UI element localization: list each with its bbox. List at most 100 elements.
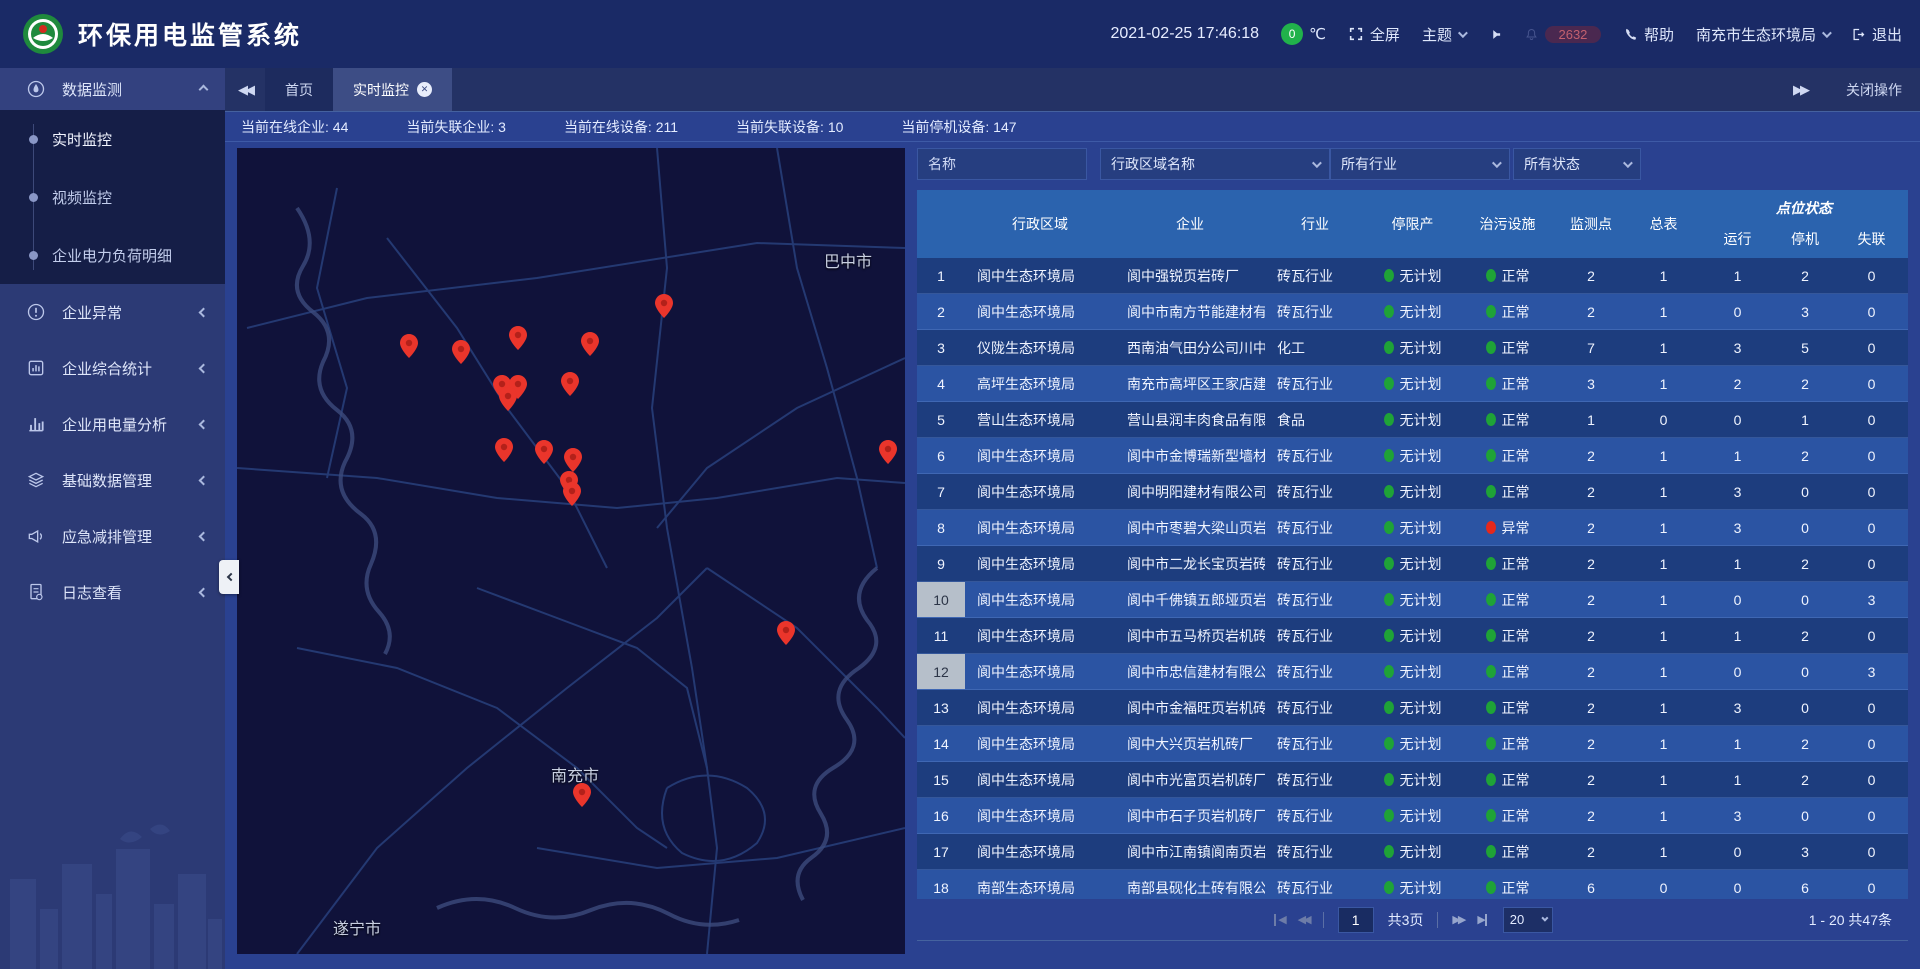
table-row[interactable]: 4高坪生态环境局南充市高坪区王家店建砖瓦行业无计划正常31220 <box>917 366 1908 402</box>
row-run-cell: 0 <box>1700 294 1775 329</box>
row-industry-cell: 砖瓦行业 <box>1265 546 1365 581</box>
table-row[interactable]: 1阆中生态环境局阆中强锐页岩砖厂砖瓦行业无计划正常21120 <box>917 258 1908 294</box>
tabs-scroll-right-button[interactable]: ▶▶ <box>1780 82 1820 98</box>
row-run-cell: 1 <box>1700 618 1775 653</box>
page-size-select[interactable]: 20 <box>1503 907 1553 933</box>
row-halt-cell: 0 <box>1775 474 1835 509</box>
table-row[interactable]: 18南部生态环境局南部县砚化土砖有限公砖瓦行业无计划正常60060 <box>917 870 1908 899</box>
datetime: 2021-02-25 17:46:18 <box>1110 25 1259 43</box>
row-industry-cell: 砖瓦行业 <box>1265 726 1365 761</box>
sound-button[interactable] <box>1487 27 1502 42</box>
sidebar-item-enterprise-abnormal[interactable]: 企业异常 <box>0 284 225 340</box>
next-page-button[interactable]: ▶▶ <box>1452 913 1463 926</box>
tab-home[interactable]: 首页 <box>265 68 333 111</box>
facility-status-label: 正常 <box>1502 554 1530 574</box>
map-pin-icon[interactable] <box>509 326 527 350</box>
stop-plan-label: 无计划 <box>1400 806 1442 826</box>
log-icon <box>26 582 46 602</box>
row-stop-plan-cell: 无计划 <box>1365 798 1460 833</box>
sidebar-item-power-usage-analysis[interactable]: 企业用电量分析 <box>0 396 225 452</box>
row-region-cell: 阆中生态环境局 <box>965 654 1115 689</box>
logout-button[interactable]: 退出 <box>1851 24 1902 45</box>
table-row[interactable]: 15阆中生态环境局阆中市光富页岩机砖厂砖瓦行业无计划正常21120 <box>917 762 1908 798</box>
stop-plan-label: 无计划 <box>1400 338 1442 358</box>
table-row[interactable]: 16阆中生态环境局阆中市石子页岩机砖厂砖瓦行业无计划正常21300 <box>917 798 1908 834</box>
table-row[interactable]: 11阆中生态环境局阆中市五马桥页岩机砖砖瓦行业无计划正常21120 <box>917 618 1908 654</box>
close-operations-button[interactable]: 关闭操作 <box>1846 80 1902 100</box>
map-pin-icon[interactable] <box>400 334 418 358</box>
sidebar-item-basic-data-management[interactable]: 基础数据管理 <box>0 452 225 508</box>
row-number-cell: 6 <box>917 438 965 473</box>
facility-status-label: 异常 <box>1502 518 1530 538</box>
tab-realtime-monitoring[interactable]: 实时监控 ✕ <box>333 68 452 111</box>
row-stop-plan-cell: 无计划 <box>1365 618 1460 653</box>
table-row[interactable]: 13阆中生态环境局阆中市金福旺页岩机砖砖瓦行业无计划正常21300 <box>917 690 1908 726</box>
help-button[interactable]: 帮助 <box>1623 24 1674 45</box>
table-row[interactable]: 5营山生态环境局营山县润丰肉食品有限食品无计划正常10010 <box>917 402 1908 438</box>
table-row[interactable]: 3仪陇生态环境局西南油气田分公司川中化工无计划正常71350 <box>917 330 1908 366</box>
status-dot-green-icon <box>1486 557 1496 570</box>
row-run-cell: 3 <box>1700 510 1775 545</box>
table-row[interactable]: 10阆中生态环境局阆中千佛镇五郎垭页岩砖瓦行业无计划正常21003 <box>917 582 1908 618</box>
sidebar-item-power-load-detail[interactable]: 企业电力负荷明细 <box>0 226 225 284</box>
user-org-menu[interactable]: 南充市生态环境局 <box>1696 24 1829 45</box>
map-pin-icon[interactable] <box>563 482 581 506</box>
table-row[interactable]: 17阆中生态环境局阆中市江南镇阆南页岩砖瓦行业无计划正常21030 <box>917 834 1908 870</box>
facility-status-label: 正常 <box>1502 662 1530 682</box>
map-pin-icon[interactable] <box>561 372 579 396</box>
row-company-cell: 阆中市石子页岩机砖厂 <box>1115 798 1265 833</box>
table-row[interactable]: 2阆中生态环境局阆中市南方节能建材有砖瓦行业无计划正常21030 <box>917 294 1908 330</box>
sidebar-item-data-monitoring[interactable]: 数据监测 <box>0 68 225 110</box>
row-company-cell: 阆中千佛镇五郎垭页岩 <box>1115 582 1265 617</box>
map-canvas[interactable]: 巴中市南充市遂宁市 <box>237 148 905 954</box>
map-pin-icon[interactable] <box>452 340 470 364</box>
row-lost-cell: 3 <box>1835 654 1908 689</box>
sidebar-item-video-monitoring[interactable]: 视频监控 <box>0 168 225 226</box>
map-pin-icon[interactable] <box>573 783 591 807</box>
row-company-cell: 阆中市二龙长宝页岩砖 <box>1115 546 1265 581</box>
fullscreen-button[interactable]: 全屏 <box>1348 24 1400 45</box>
table-row[interactable]: 8阆中生态环境局阆中市枣碧大梁山页岩砖瓦行业无计划异常21300 <box>917 510 1908 546</box>
map-pin-icon[interactable] <box>499 387 517 411</box>
prev-page-button[interactable]: ◀◀ <box>1298 913 1309 926</box>
sidebar-item-emergency-reduction[interactable]: 应急减排管理 <box>0 508 225 564</box>
industry-filter-select[interactable]: 所有行业 <box>1330 148 1510 180</box>
table-row[interactable]: 7阆中生态环境局阆中明阳建材有限公司砖瓦行业无计划正常21300 <box>917 474 1908 510</box>
tabs-scroll-left-button[interactable]: ◀◀ <box>225 68 265 111</box>
map-pin-icon[interactable] <box>655 294 673 318</box>
row-industry-cell: 砖瓦行业 <box>1265 798 1365 833</box>
map-pin-icon[interactable] <box>777 621 795 645</box>
row-industry-cell: 砖瓦行业 <box>1265 438 1365 473</box>
sidebar-item-enterprise-statistics[interactable]: 企业综合统计 <box>0 340 225 396</box>
last-page-button[interactable]: ▶ <box>1477 913 1488 926</box>
row-lost-cell: 0 <box>1835 510 1908 545</box>
map-pin-icon[interactable] <box>879 440 897 464</box>
notifications[interactable]: 2632 <box>1524 26 1601 43</box>
sidebar-collapse-button[interactable] <box>219 560 239 594</box>
map-pin-icon[interactable] <box>564 448 582 472</box>
table-row[interactable]: 14阆中生态环境局阆中大兴页岩机砖厂砖瓦行业无计划正常21120 <box>917 726 1908 762</box>
map-pin-icon[interactable] <box>495 438 513 462</box>
tab-close-icon[interactable]: ✕ <box>417 82 432 97</box>
table-row[interactable]: 12阆中生态环境局阆中市忠信建材有限公砖瓦行业无计划正常21003 <box>917 654 1908 690</box>
map-pin-icon[interactable] <box>581 332 599 356</box>
name-filter-input[interactable] <box>928 156 1076 172</box>
first-page-button[interactable]: ◀ <box>1272 913 1283 926</box>
sidebar-item-realtime-monitoring[interactable]: 实时监控 <box>0 110 225 168</box>
status-filter-select[interactable]: 所有状态 <box>1513 148 1641 180</box>
row-run-cell: 3 <box>1700 330 1775 365</box>
table-row[interactable]: 9阆中生态环境局阆中市二龙长宝页岩砖砖瓦行业无计划正常21120 <box>917 546 1908 582</box>
page-number-input[interactable] <box>1338 907 1374 933</box>
theme-menu[interactable]: 主题 <box>1422 24 1465 45</box>
row-region-cell: 阆中生态环境局 <box>965 438 1115 473</box>
table-row[interactable]: 6阆中生态环境局阆中市金博瑞新型墙材砖瓦行业无计划正常21120 <box>917 438 1908 474</box>
row-run-cell: 1 <box>1700 762 1775 797</box>
region-filter-select[interactable]: 行政区域名称 <box>1100 148 1330 180</box>
col-header-meter: 总表 <box>1627 190 1700 258</box>
row-industry-cell: 砖瓦行业 <box>1265 474 1365 509</box>
status-dot-green-icon <box>1486 665 1496 678</box>
temperature: 0 ℃ <box>1281 23 1326 45</box>
sidebar-item-log-view[interactable]: 日志查看 <box>0 564 225 620</box>
row-company-cell: 营山县润丰肉食品有限 <box>1115 402 1265 437</box>
map-pin-icon[interactable] <box>535 440 553 464</box>
